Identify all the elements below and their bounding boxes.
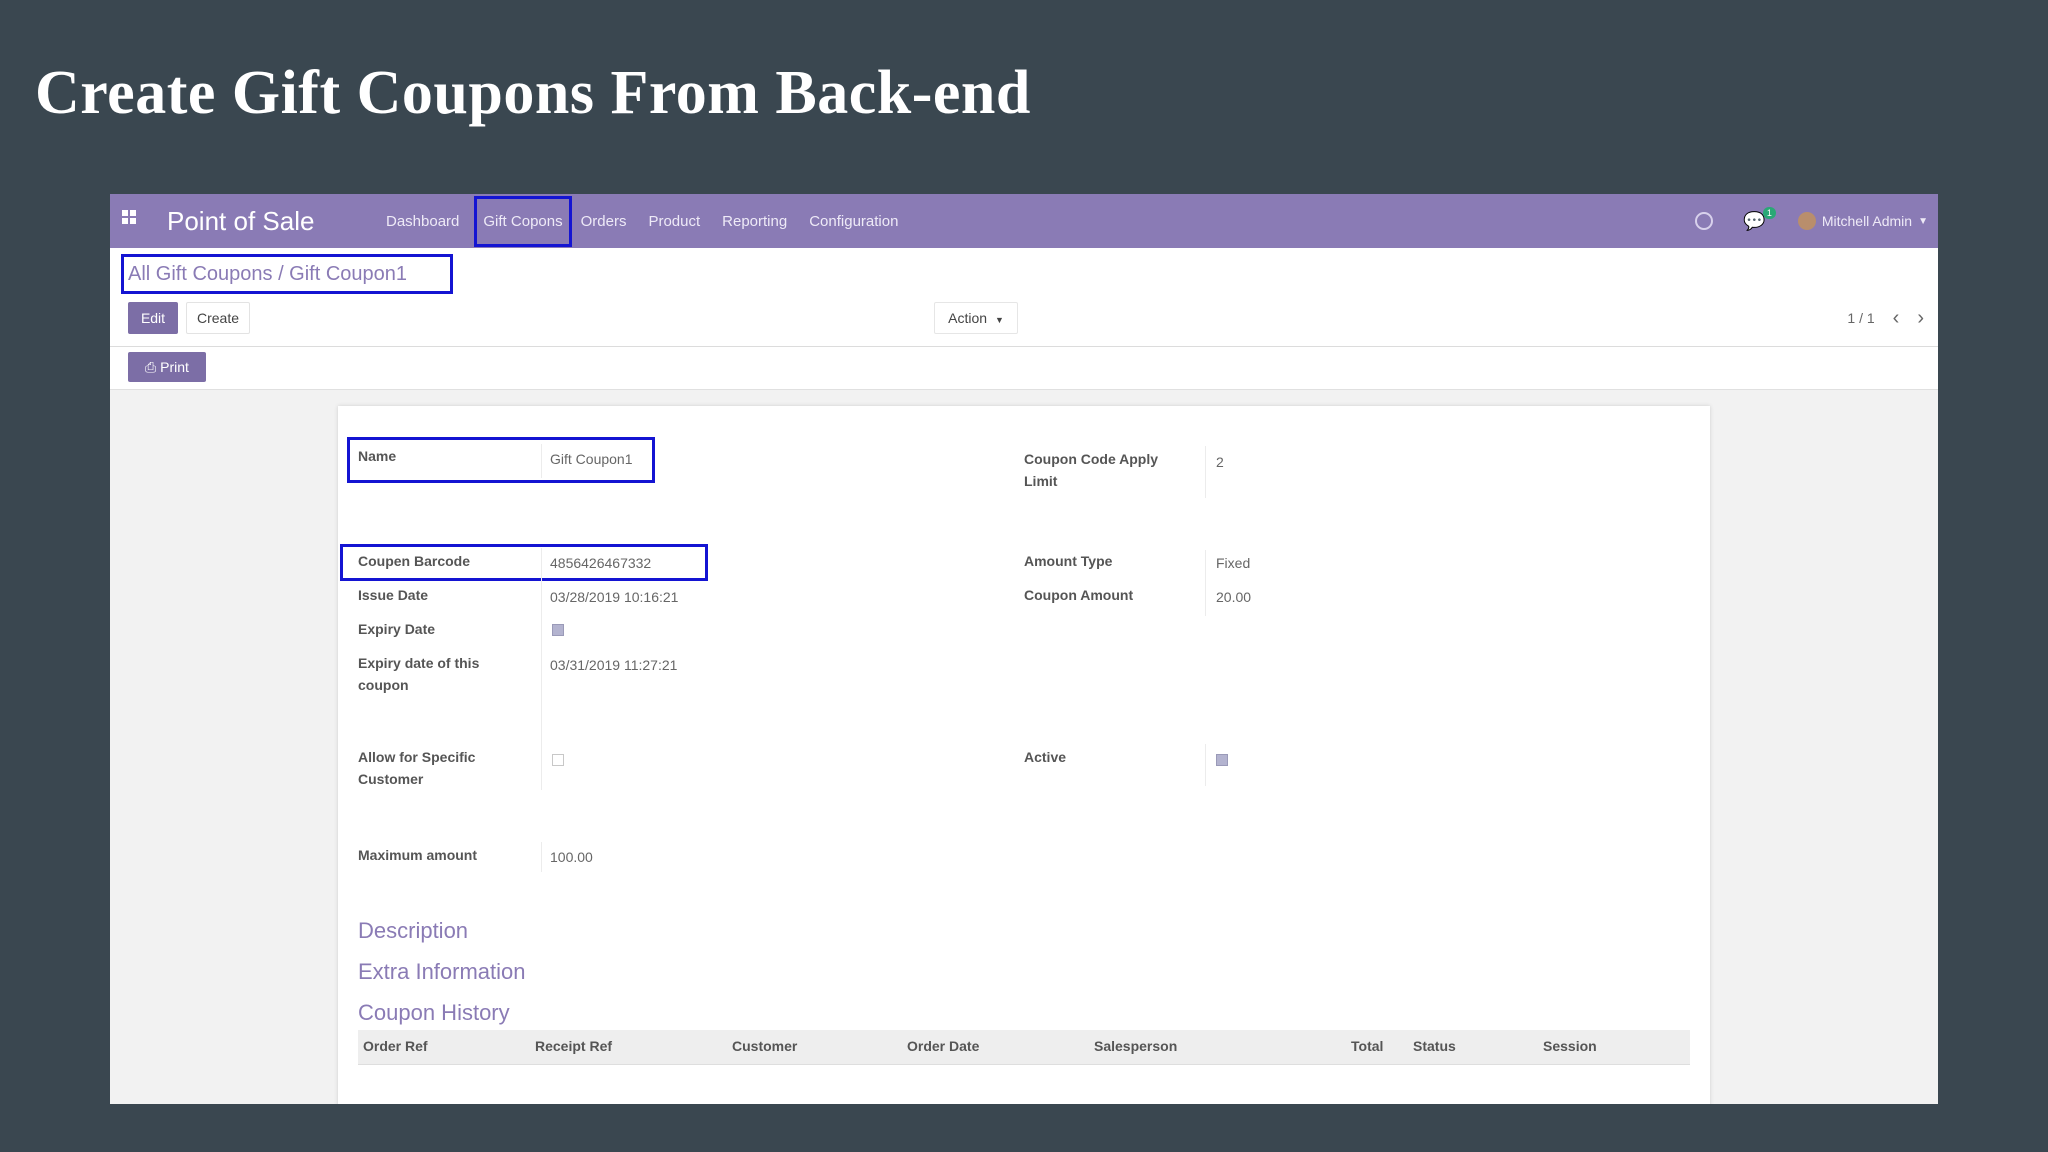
separator bbox=[541, 744, 542, 790]
user-name[interactable]: Mitchell Admin bbox=[1822, 213, 1912, 229]
menu-reporting[interactable]: Reporting bbox=[722, 213, 787, 230]
name-field[interactable]: Gift Coupon1 bbox=[550, 448, 633, 470]
main-menu: Dashboard Gift Copons Orders Product Rep… bbox=[386, 194, 920, 248]
issue-date-label: Issue Date bbox=[358, 587, 429, 603]
column-session[interactable]: Session bbox=[1543, 1038, 1597, 1054]
specific-customer-label: Allow for Specific Customer bbox=[358, 749, 476, 787]
top-navbar: Point of Sale Dashboard Gift Copons Orde… bbox=[110, 194, 1938, 248]
separator bbox=[1205, 446, 1206, 498]
app-brand[interactable]: Point of Sale bbox=[167, 206, 314, 237]
apply-limit-field[interactable]: 2 bbox=[1216, 451, 1224, 473]
barcode-label: Coupen Barcode bbox=[358, 553, 471, 569]
pager-value[interactable]: 1 / 1 bbox=[1847, 310, 1874, 326]
separator bbox=[541, 842, 542, 872]
amount-type-field[interactable]: Fixed bbox=[1216, 552, 1250, 574]
caret-down-icon: ▼ bbox=[994, 315, 1004, 325]
user-menu-caret-icon[interactable]: ▼ bbox=[1918, 216, 1928, 227]
menu-product[interactable]: Product bbox=[648, 213, 700, 230]
print-label: Print bbox=[160, 359, 189, 375]
separator bbox=[1205, 550, 1206, 616]
max-amount-label: Maximum amount bbox=[358, 847, 478, 863]
action-dropdown[interactable]: Action ▼ bbox=[934, 302, 1018, 334]
specific-customer-checkbox[interactable] bbox=[552, 754, 564, 766]
menu-gift-coupons[interactable]: Gift Copons bbox=[474, 195, 572, 247]
user-avatar[interactable] bbox=[1797, 212, 1816, 230]
column-total[interactable]: Total bbox=[1351, 1038, 1383, 1054]
menu-dashboard[interactable]: Dashboard bbox=[386, 213, 459, 230]
apply-limit-label: Coupon Code Apply Limit bbox=[1024, 451, 1159, 489]
previous-record-icon[interactable]: ‹ bbox=[1893, 308, 1900, 328]
breadcrumb[interactable]: All Gift Coupons / Gift Coupon1 bbox=[121, 254, 453, 294]
section-extra-information[interactable]: Extra Information bbox=[358, 959, 526, 985]
expiry-of-coupon-field[interactable]: 03/31/2019 11:27:21 bbox=[550, 654, 677, 676]
messages-badge: 1 bbox=[1762, 206, 1776, 219]
expiry-date-label: Expiry Date bbox=[358, 621, 436, 637]
activity-icon[interactable] bbox=[1695, 212, 1714, 230]
printer-icon: ⎙ bbox=[145, 359, 157, 375]
active-checkbox[interactable] bbox=[1216, 754, 1228, 766]
column-customer[interactable]: Customer bbox=[732, 1038, 797, 1054]
navbar-right: 💬 1 Mitchell Admin ▼ bbox=[1695, 194, 1928, 248]
separator bbox=[541, 444, 542, 478]
next-record-icon[interactable]: › bbox=[1917, 308, 1924, 328]
menu-configuration[interactable]: Configuration bbox=[809, 213, 898, 230]
column-order-ref[interactable]: Order Ref bbox=[363, 1038, 428, 1054]
active-label: Active bbox=[1024, 749, 1067, 765]
amount-type-label: Amount Type bbox=[1024, 553, 1113, 569]
coupon-amount-field[interactable]: 20.00 bbox=[1216, 586, 1251, 608]
form-sheet: Name Gift Coupon1 Coupen Barcode 4856426… bbox=[338, 406, 1710, 1104]
section-description[interactable]: Description bbox=[358, 918, 468, 944]
edit-button[interactable]: Edit bbox=[128, 302, 178, 334]
column-order-date[interactable]: Order Date bbox=[907, 1038, 979, 1054]
apps-menu-icon[interactable] bbox=[122, 210, 142, 230]
column-status[interactable]: Status bbox=[1413, 1038, 1456, 1054]
form-statusbar: ⎙ Print bbox=[110, 347, 1938, 390]
name-label: Name bbox=[358, 448, 397, 464]
pager: 1 / 1 ‹ › bbox=[1847, 302, 1924, 334]
separator bbox=[1205, 744, 1206, 786]
section-coupon-history[interactable]: Coupon History bbox=[358, 1000, 510, 1026]
issue-date-field[interactable]: 03/28/2019 10:16:21 bbox=[550, 586, 678, 608]
control-panel: All Gift Coupons / Gift Coupon1 Edit Cre… bbox=[110, 248, 1938, 347]
slide-title: Create Gift Coupons From Back-end bbox=[35, 59, 1031, 127]
odoo-screenshot: Point of Sale Dashboard Gift Copons Orde… bbox=[110, 194, 1938, 1104]
create-button[interactable]: Create bbox=[186, 302, 250, 334]
separator bbox=[541, 548, 542, 758]
coupon-history-table-header: Order Ref Receipt Ref Customer Order Dat… bbox=[358, 1030, 1690, 1065]
menu-orders[interactable]: Orders bbox=[581, 213, 627, 230]
max-amount-field[interactable]: 100.00 bbox=[550, 846, 593, 868]
messages-icon[interactable]: 💬 1 bbox=[1743, 206, 1776, 232]
barcode-field[interactable]: 4856426467332 bbox=[550, 552, 651, 574]
column-receipt-ref[interactable]: Receipt Ref bbox=[535, 1038, 612, 1054]
column-salesperson[interactable]: Salesperson bbox=[1094, 1038, 1177, 1054]
print-button[interactable]: ⎙ Print bbox=[128, 352, 206, 382]
expiry-of-coupon-label: Expiry date of this coupon bbox=[358, 655, 480, 693]
expiry-date-checkbox[interactable] bbox=[552, 624, 564, 636]
coupon-amount-label: Coupon Amount bbox=[1024, 587, 1134, 603]
action-label: Action bbox=[948, 310, 988, 326]
